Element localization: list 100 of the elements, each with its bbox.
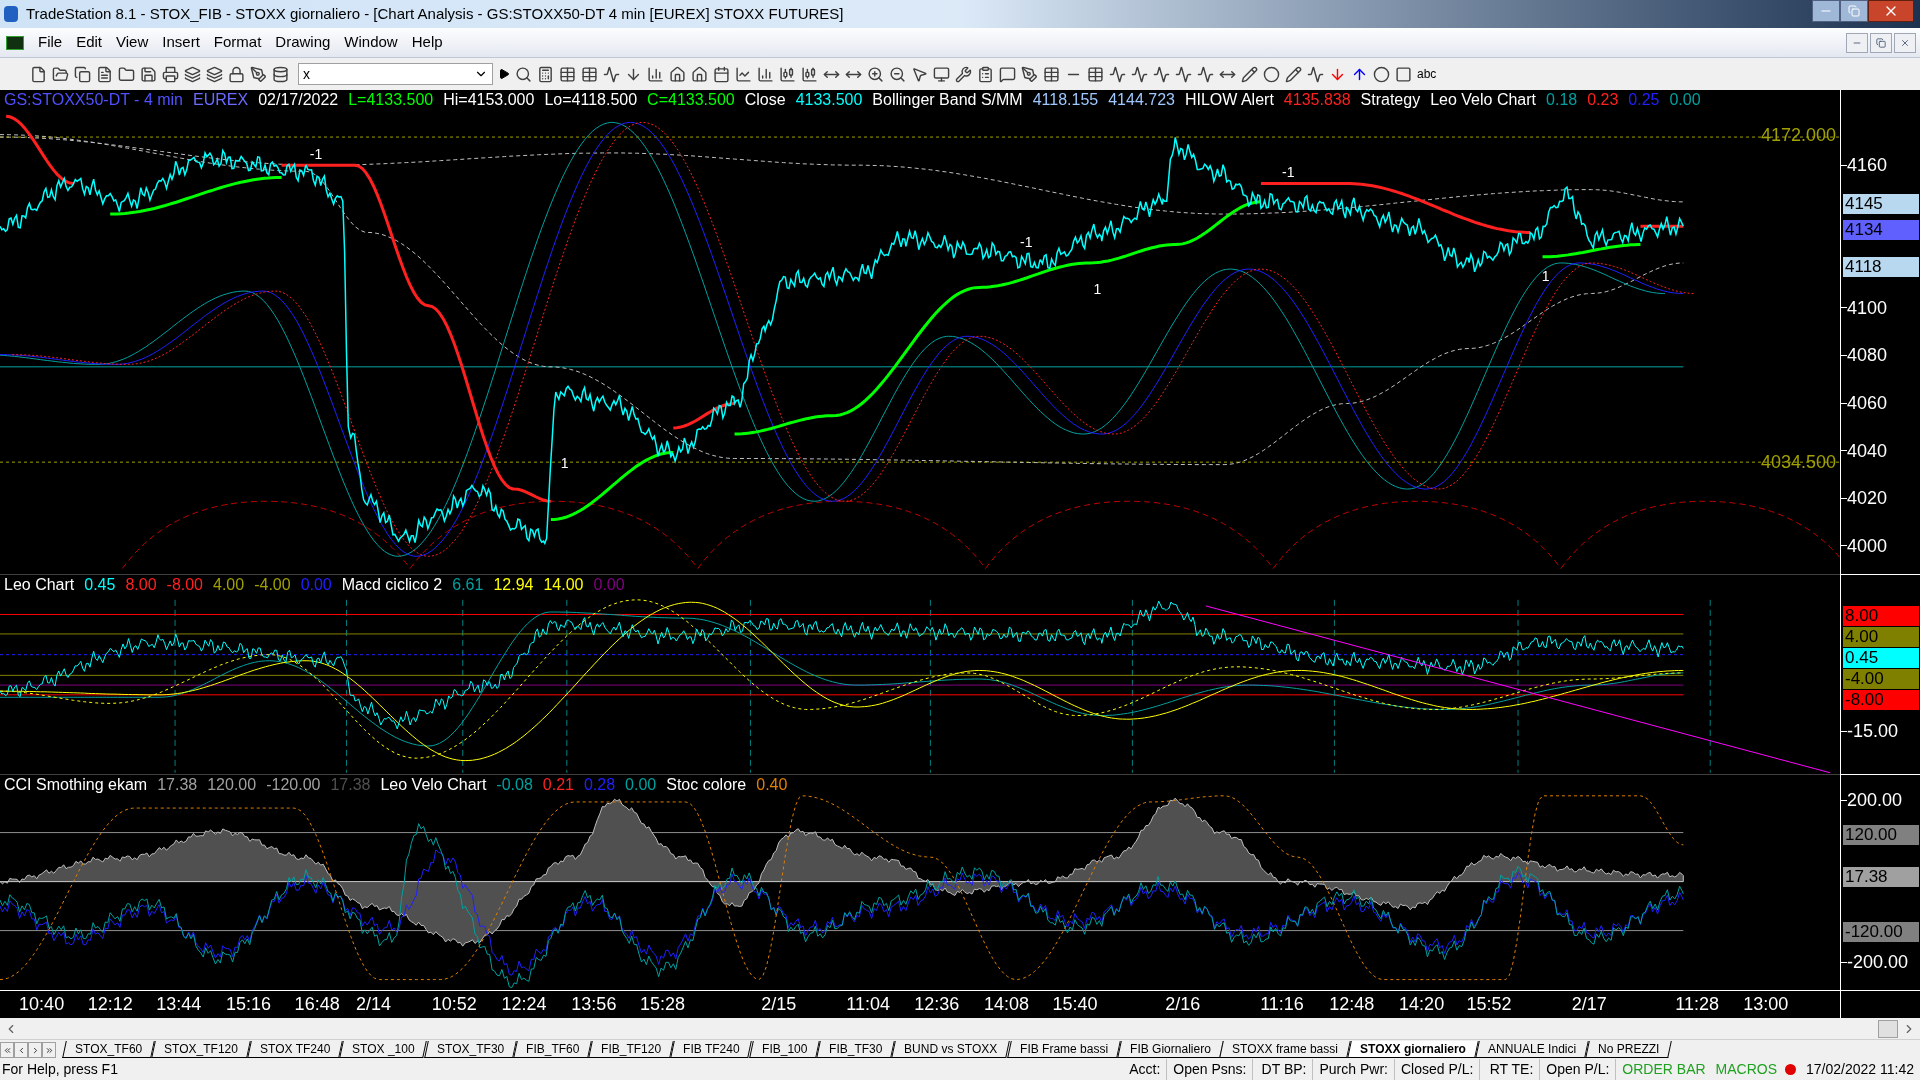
bar-chart-icon[interactable] [647,65,664,83]
time-axis-label: 15:52 [1466,993,1512,1016]
sheet-tab[interactable]: FIB Giornaliero [1116,1041,1224,1058]
sheet-tab[interactable]: FIB TF240 [670,1041,753,1058]
sheet-tab[interactable]: STOX_TF60 [62,1041,155,1058]
candlestick-icon[interactable] [779,65,796,83]
clipboard-icon[interactable] [977,65,994,83]
sheet-tab[interactable]: STOX_TF120 [151,1041,251,1058]
menu-item[interactable]: Window [344,31,398,54]
house-icon[interactable] [669,65,686,83]
axis-tick-label: -200.00 [1847,952,1909,972]
menu-item[interactable]: Insert [162,31,200,54]
price-badge: -120.00 [1843,922,1919,942]
sheet-tab[interactable]: STOXX giornaliero [1347,1041,1479,1058]
last-tab-icon[interactable] [42,1042,56,1058]
signal-label: 1 [1093,281,1102,296]
menu-item[interactable]: Drawing [275,31,331,54]
sheet-tab[interactable]: STOX _100 [339,1041,428,1058]
zoom-out-icon[interactable] [889,65,906,83]
scroll-thumb[interactable] [1878,1019,1898,1038]
indicator-label: C=4133.500 [647,90,735,110]
sheet-tab[interactable]: FIB_TF60 [513,1041,592,1058]
close-icon[interactable] [1894,32,1916,53]
minimize-button[interactable] [1812,0,1840,22]
layers-icon[interactable] [206,65,223,83]
pulse-chart-icon[interactable] [603,65,620,83]
price-badge: 8.00 [1843,606,1919,626]
symbol-dropdown[interactable]: x [298,63,493,85]
signal-label: -1 [1020,235,1033,250]
signal-label: -1 [309,146,323,161]
lock-icon[interactable] [228,65,245,83]
indicator-label: Strategy [1360,90,1421,110]
time-axis-label: 11:16 [1260,993,1304,1016]
monitor-icon[interactable] [933,65,950,83]
indicator-label: 0.21 [542,775,574,795]
menu-item[interactable]: Help [411,31,443,54]
sheet-tab[interactable]: No PREZZI [1585,1041,1673,1058]
document-icon[interactable] [96,65,113,83]
indicator-label: 0.18 [1546,90,1578,110]
message-icon[interactable] [999,65,1016,83]
table-icon[interactable] [1087,65,1104,83]
time-axis-label: 11:04 [846,993,890,1016]
axis-tick-label: 4040 [1847,440,1888,461]
restore-icon[interactable] [1870,32,1892,53]
price-badge: 4145 [1843,194,1919,214]
sheet-tab[interactable]: STOXX frame bassi [1219,1041,1351,1058]
sheet-tab[interactable]: STOX TF240 [247,1041,344,1058]
next-tab-icon[interactable] [28,1042,42,1058]
sheet-tab[interactable]: STOX_TF30 [423,1041,517,1058]
indicator-label: -120.00 [266,775,321,795]
indicator-label: 12.94 [493,575,534,595]
sheet-tab[interactable]: ANNUALE Indici [1475,1041,1589,1058]
calculator-icon[interactable] [537,65,554,83]
text-tool[interactable]: abc [1417,65,1437,83]
sheet-tab[interactable]: FIB_100 [748,1041,820,1058]
indicator-label: 0.23 [1587,90,1619,110]
new-file-icon[interactable] [30,65,47,83]
table-icon[interactable] [581,65,598,83]
copy-icon[interactable] [74,65,91,83]
sheet-tab[interactable]: FIB Frame bassi [1006,1041,1121,1058]
menu-item[interactable]: Edit [76,31,103,54]
printer-icon[interactable] [162,65,179,83]
sheet-tab[interactable]: FIB_TF120 [588,1041,675,1058]
pointer-icon[interactable] [911,65,928,83]
candlestick-icon[interactable] [801,65,818,83]
sheet-tab[interactable]: BUND vs STOXX [891,1041,1011,1058]
horizontal-scrollbar[interactable] [0,1018,1920,1040]
pencil-icon[interactable] [1285,65,1302,83]
save-icon[interactable] [140,65,157,83]
menu-item[interactable]: View [116,31,149,54]
folder-open-icon[interactable] [52,65,69,83]
search-icon[interactable] [515,65,532,83]
menu-item[interactable]: Format [213,31,262,54]
ellipse-icon[interactable] [1373,65,1390,83]
sheet-tab[interactable]: FIB_TF30 [816,1041,896,1058]
line-chart-icon[interactable] [735,65,752,83]
axis-tick-label: 4000 [1847,535,1888,556]
first-tab-icon[interactable] [0,1042,14,1058]
time-axis-label: 2/16 [1165,993,1201,1016]
calendar-icon[interactable] [713,65,730,83]
wrench-icon[interactable] [955,65,972,83]
pen-icon[interactable] [1021,65,1038,83]
zoom-in-icon[interactable] [867,65,884,83]
close-button[interactable] [1868,0,1914,22]
menu-item[interactable]: File [38,31,63,54]
layers-icon[interactable] [184,65,201,83]
restore-button[interactable] [1840,0,1868,22]
folder-icon[interactable] [118,65,135,83]
rectangle-icon[interactable] [1395,65,1412,83]
price-badge: 4.00 [1843,627,1919,647]
bar-chart-icon[interactable] [757,65,774,83]
status-field: Open P/L: [1540,1058,1617,1080]
database-icon[interactable] [272,65,289,83]
time-axis-label: 14:08 [984,993,1030,1016]
play-icon[interactable] [498,68,510,80]
table-icon[interactable] [559,65,576,83]
house-icon[interactable] [691,65,708,83]
pen-icon[interactable] [250,65,267,83]
previous-tab-icon[interactable] [14,1042,28,1058]
indicator-label: 02/17/2022 [258,90,339,110]
